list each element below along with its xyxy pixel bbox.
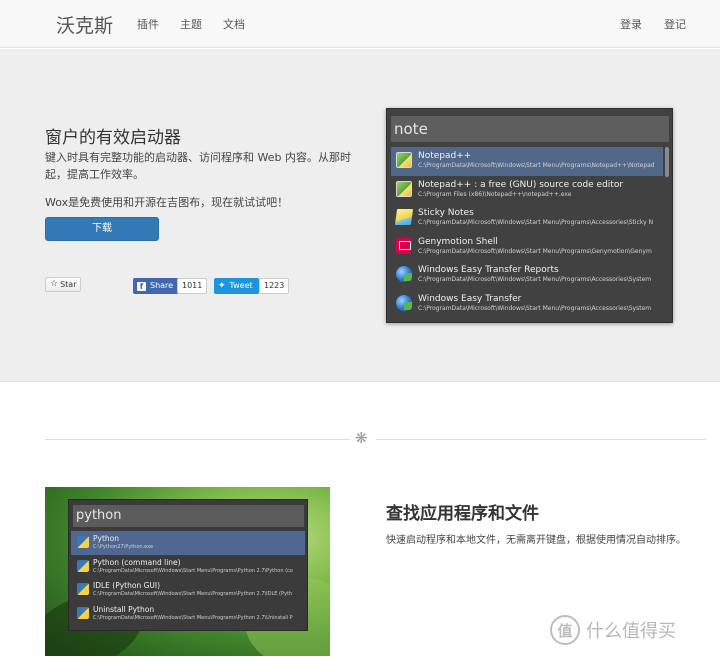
result-subtitle: C:\Program Files (x86)\Notepad++\notepad…: [418, 190, 572, 198]
python-icon: [77, 606, 89, 619]
launcher-query: python: [73, 505, 304, 527]
nav-left: 插件 主题 文档: [137, 16, 245, 32]
launcher-query: note: [391, 116, 669, 142]
nav-themes[interactable]: 主题: [180, 16, 202, 32]
watermark: 值 什么值得买: [550, 615, 676, 645]
star-label: Star: [60, 280, 77, 289]
twitter-bird-icon: ✦: [218, 281, 226, 291]
nav-plugins[interactable]: 插件: [137, 16, 159, 32]
launcher-result: Windows Easy Transfer C:\ProgramData\Mic…: [391, 290, 663, 319]
result-title: Sticky Notes: [418, 208, 474, 218]
section-divider-left: [45, 439, 350, 440]
launcher-scrollbar: [665, 147, 669, 177]
feature-screenshot-python: python Python C:\Python27\Python.exe Pyt…: [45, 487, 330, 656]
result-subtitle: C:\ProgramData\Microsoft\Windows\Start M…: [93, 614, 293, 621]
divider-snowflake-icon: ❋: [355, 429, 368, 447]
result-subtitle: C:\Python27\Python.exe: [93, 544, 154, 550]
launcher-result: Genymotion Shell C:\ProgramData\Microsof…: [391, 233, 663, 262]
launcher-result: Python (command line) C:\ProgramData\Mic…: [71, 555, 305, 579]
launcher-results: Notepad++ C:\ProgramData\Microsoft\Windo…: [391, 147, 663, 318]
hero-description: 键入时具有完整功能的启动器、访问程序和 Web 内容。从那时起，提高工作效率。: [45, 151, 351, 181]
tweet-count: 1223: [259, 278, 290, 294]
python-icon: [77, 583, 89, 595]
result-subtitle: C:\ProgramData\Microsoft\Windows\Start M…: [93, 567, 293, 574]
tweet-label: Tweet: [229, 281, 253, 290]
twitter-tweet-button[interactable]: ✦ Tweet: [214, 278, 259, 294]
result-title: Notepad++ : a free (GNU) source code edi…: [418, 179, 624, 190]
result-title: Python (command line): [93, 557, 181, 567]
nav-register[interactable]: 登记: [664, 16, 686, 32]
launcher-preview-python: python Python C:\Python27\Python.exe Pyt…: [68, 499, 308, 631]
python-icon: [77, 536, 89, 548]
feature-title: 查找应用程序和文件: [386, 504, 539, 524]
share-count: 1011: [177, 278, 208, 294]
result-subtitle: C:\ProgramData\Microsoft\Windows\Start M…: [418, 219, 654, 226]
hero-description-open-source: Wox是免费使用和开源在吉图布，现在就试试吧！: [45, 196, 289, 209]
brand-logo[interactable]: 沃克斯: [56, 11, 113, 38]
launcher-result: Notepad++ C:\ProgramData\Microsoft\Windo…: [391, 147, 663, 176]
result-title: IDLE (Python GUI): [93, 581, 161, 590]
watermark-logo-icon: 值: [550, 615, 580, 645]
python-icon: [77, 559, 89, 572]
nav-docs[interactable]: 文档: [223, 16, 245, 32]
nav-login[interactable]: 登录: [620, 16, 642, 32]
launcher-result: Sticky Notes C:\ProgramData\Microsoft\Wi…: [391, 204, 663, 233]
feature-description: 快速启动程序和本地文件，无需离开键盘，根据使用情况自动排序。: [386, 535, 686, 546]
launcher-result: Windows Easy Transfer Reports C:\Program…: [391, 261, 663, 290]
result-title: Uninstall Python: [93, 604, 155, 614]
result-title: Windows Easy Transfer: [418, 293, 522, 304]
result-title: Python: [93, 534, 119, 543]
sticky-notes-icon: [394, 209, 414, 225]
launcher-result: Uninstall Python C:\ProgramData\Microsof…: [71, 602, 305, 626]
share-label: Share: [150, 281, 174, 290]
notepad-icon: [396, 152, 412, 168]
result-subtitle: C:\ProgramData\Microsoft\Windows\Start M…: [93, 591, 293, 597]
genymotion-icon: [396, 237, 412, 254]
download-button[interactable]: 下载: [45, 217, 159, 241]
globe-icon: [396, 294, 412, 311]
result-subtitle: C:\ProgramData\Microsoft\Windows\Start M…: [418, 162, 655, 169]
facebook-icon: f: [137, 281, 146, 291]
launcher-result: IDLE (Python GUI) C:\ProgramData\Microso…: [71, 578, 305, 602]
navbar: 沃克斯 插件 主题 文档 登录 登记: [0, 0, 720, 48]
hero-title: 窗户的有效启动器: [45, 128, 181, 148]
watermark-text: 什么值得买: [586, 621, 676, 642]
nav-right: 登录 登记: [620, 16, 686, 32]
result-subtitle: C:\ProgramData\Microsoft\Windows\Start M…: [418, 276, 652, 283]
result-subtitle: C:\ProgramData\Microsoft\Windows\Start M…: [418, 247, 652, 255]
section-divider-right: [376, 439, 706, 440]
result-title: Genymotion Shell: [418, 236, 498, 247]
launcher-preview-note: note Notepad++ C:\ProgramData\Microsoft\…: [386, 108, 673, 323]
github-star-button[interactable]: ☆ Star: [45, 277, 82, 292]
notepad-icon: [396, 180, 412, 197]
star-icon: ☆: [50, 279, 59, 289]
result-title: Windows Easy Transfer Reports: [418, 265, 559, 275]
facebook-share-button[interactable]: f Share: [133, 278, 180, 294]
globe-icon: [396, 266, 412, 282]
launcher-results: Python C:\Python27\Python.exe Python (co…: [71, 531, 305, 625]
launcher-result: Python C:\Python27\Python.exe: [71, 531, 305, 555]
result-subtitle: C:\ProgramData\Microsoft\Windows\Start M…: [418, 304, 652, 312]
launcher-result: Notepad++ : a free (GNU) source code edi…: [391, 176, 663, 205]
result-title: Notepad++: [418, 151, 472, 161]
